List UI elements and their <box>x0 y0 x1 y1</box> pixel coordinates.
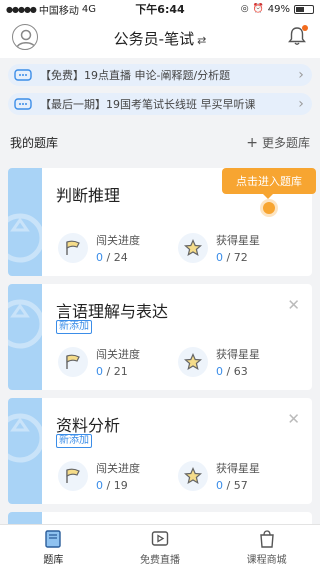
progress-stat: 闯关进度 0 / 21 <box>58 346 140 378</box>
progress-current: 0 <box>96 479 103 492</box>
stars-stat: 获得星星 0 / 57 <box>178 460 260 492</box>
stars-label: 获得星星 <box>216 348 260 361</box>
card-strip <box>8 168 42 276</box>
card-strip <box>8 398 42 504</box>
progress-stat: 闯关进度 0 / 19 <box>58 460 140 492</box>
card-title: 资料分析 <box>56 416 121 435</box>
notice-banner-1[interactable]: 【免费】19点直播 申论-阐释题/分析题 › <box>8 64 312 86</box>
tab-label: 题库 <box>43 554 64 566</box>
tab-label: 免费直播 <box>140 554 180 566</box>
stars-total: / 57 <box>226 479 248 492</box>
tab-label: 课程商城 <box>246 554 287 566</box>
progress-label: 闯关进度 <box>96 462 140 475</box>
status-time: 下午6:44 <box>135 3 185 16</box>
new-badge: 新添加 <box>56 434 92 448</box>
tab-course-mall[interactable]: 课程商城 <box>213 525 320 569</box>
star-icon <box>178 347 208 377</box>
close-icon[interactable]: ✕ <box>287 410 300 428</box>
flag-icon <box>58 233 88 263</box>
card-title: 言语理解与表达 <box>56 302 169 321</box>
progress-current: 0 <box>96 365 103 378</box>
tab-question-bank[interactable]: 题库 <box>0 525 107 569</box>
question-bank-card[interactable]: 言语理解与表达 ✕ 新添加 闯关进度 0 / 21 获得星星 0 / 63 <box>8 284 312 390</box>
watermark-logo-icon <box>8 213 42 263</box>
star-icon <box>178 461 208 491</box>
star-icon <box>178 233 208 263</box>
stars-current: 0 <box>216 365 223 378</box>
message-icon <box>14 68 32 81</box>
notification-button[interactable] <box>288 25 308 46</box>
exam-switcher[interactable]: 公务员-笔试 ⇄ <box>0 28 320 49</box>
question-bank-card[interactable]: 资料分析 ✕ 新添加 闯关进度 0 / 19 获得星星 0 / 57 <box>8 398 312 504</box>
progress-current: 0 <box>96 251 103 264</box>
tab-free-live[interactable]: 免费直播 <box>107 525 214 569</box>
tooltip-arrow <box>263 194 273 199</box>
status-bar: ●●●●● 中国移动 4G 下午6:44 ◎ ⏰ 49% <box>0 0 320 18</box>
section-header: 我的题库 + 更多题库 <box>0 132 320 152</box>
chevron-right-icon: › <box>298 67 304 83</box>
watermark-logo-icon <box>8 413 42 463</box>
notice-text: 【免费】19点直播 申论-阐释题/分析题 <box>40 69 231 82</box>
message-icon <box>14 97 32 110</box>
shopping-bag-icon <box>259 529 274 548</box>
tap-indicator <box>263 202 275 214</box>
book-icon <box>45 529 62 548</box>
stars-total: / 63 <box>226 365 248 378</box>
stars-current: 0 <box>216 479 223 492</box>
new-badge: 新添加 <box>56 320 92 334</box>
progress-label: 闯关进度 <box>96 234 140 247</box>
stars-total: / 72 <box>226 251 248 264</box>
stars-stat: 获得星星 0 / 72 <box>178 232 260 264</box>
flag-icon <box>58 461 88 491</box>
bottom-tab-bar: 题库 免费直播 课程商城 <box>0 524 320 569</box>
stars-current: 0 <box>216 251 223 264</box>
close-icon[interactable]: ✕ <box>287 296 300 314</box>
app-header: 公务员-笔试 ⇄ <box>0 18 320 58</box>
progress-label: 闯关进度 <box>96 348 140 361</box>
stars-label: 获得星星 <box>216 234 260 247</box>
stars-stat: 获得星星 0 / 63 <box>178 346 260 378</box>
notice-banner-2[interactable]: 【最后一期】19国考笔试长线班 早买早听课 › <box>8 93 312 115</box>
progress-total: / 19 <box>106 479 128 492</box>
battery-icon <box>294 4 314 14</box>
notification-dot <box>302 25 308 31</box>
progress-total: / 24 <box>106 251 128 264</box>
plus-icon: + <box>246 134 258 151</box>
section-title: 我的题库 <box>10 135 59 150</box>
more-banks-link[interactable]: + 更多题库 <box>246 134 310 151</box>
progress-stat: 闯关进度 0 / 24 <box>58 232 140 264</box>
enter-bank-tooltip[interactable]: 点击进入题库 <box>222 168 316 194</box>
swap-icon: ⇄ <box>197 33 207 47</box>
play-icon <box>151 530 169 546</box>
chevron-right-icon: › <box>298 96 304 112</box>
more-banks-label: 更多题库 <box>261 135 310 150</box>
page-title: 公务员-笔试 <box>113 29 195 48</box>
notice-text: 【最后一期】19国考笔试长线班 早买早听课 <box>40 98 256 111</box>
card-title: 判断推理 <box>56 186 121 205</box>
flag-icon <box>58 347 88 377</box>
card-strip <box>8 284 42 390</box>
stars-label: 获得星星 <box>216 462 260 475</box>
watermark-logo-icon <box>8 299 42 349</box>
progress-total: / 21 <box>106 365 128 378</box>
